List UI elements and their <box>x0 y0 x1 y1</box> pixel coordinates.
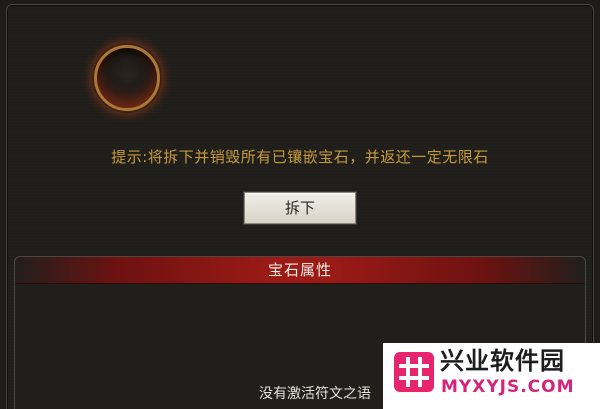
hash-grid-icon <box>394 352 434 392</box>
gem-attributes-title: 宝石属性 <box>267 261 332 279</box>
removal-hint-text: 提示:将拆下并销毁所有已镶嵌宝石，并返还一定无限石 <box>111 148 489 166</box>
game-dialog: 提示:将拆下并销毁所有已镶嵌宝石，并返还一定无限石 拆下 宝石属性 没有激活符文… <box>0 0 600 409</box>
remove-gems-button[interactable]: 拆下 <box>244 192 356 224</box>
watermark-title: 兴业软件园 <box>440 347 565 375</box>
watermark-url: MYXYJS.COM <box>441 377 575 397</box>
runeword-empty-text: 没有激活符文之语 <box>259 386 371 402</box>
gem-socket-slot[interactable] <box>94 45 160 111</box>
